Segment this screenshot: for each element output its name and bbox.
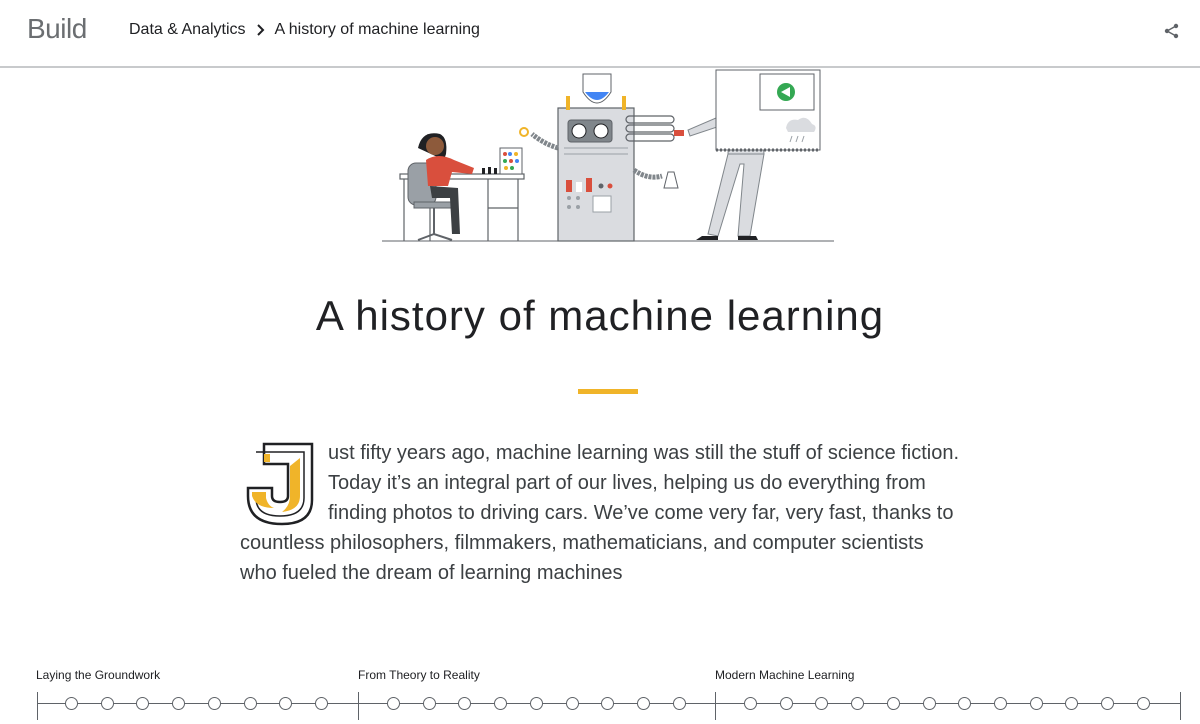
page-title: A history of machine learning xyxy=(315,292,885,339)
timeline-era-divider xyxy=(715,692,716,720)
timeline-era-divider xyxy=(1180,692,1181,720)
intro-text: ust fifty years ago, machine learning wa… xyxy=(240,442,960,584)
timeline-event-dot[interactable] xyxy=(886,697,900,710)
intro-paragraph: J ust fifty years ago, machine learning … xyxy=(240,438,960,588)
breadcrumb: Data & Analytics A history of machine le… xyxy=(129,21,480,39)
timeline-event-dot[interactable] xyxy=(565,697,579,710)
timeline-event-dot[interactable] xyxy=(136,697,150,710)
era-label-modern-ml[interactable]: Modern Machine Learning xyxy=(715,668,854,682)
timeline-event-dot[interactable] xyxy=(672,697,686,710)
timeline-event-dot[interactable] xyxy=(1136,697,1150,710)
svg-text:J: J xyxy=(242,440,243,441)
title-accent-bar xyxy=(578,389,638,394)
timeline-event-dot[interactable] xyxy=(65,697,78,710)
timeline-event-dot[interactable] xyxy=(601,697,615,710)
breadcrumb-data-analytics[interactable]: Data & Analytics xyxy=(129,21,246,39)
share-icon[interactable] xyxy=(1163,22,1181,40)
breadcrumb-current-page: A history of machine learning xyxy=(274,21,480,38)
top-bar: Build Data & Analytics A history of mach… xyxy=(0,0,1200,68)
timeline-event-dot[interactable] xyxy=(243,697,257,710)
timeline-event-dot[interactable] xyxy=(815,697,829,710)
hero-illustration xyxy=(382,69,834,242)
chevron-right-icon xyxy=(256,24,264,36)
timeline-event-dot[interactable] xyxy=(314,697,328,710)
era-label-groundwork[interactable]: Laying the Groundwork xyxy=(36,668,160,682)
timeline-event-dot[interactable] xyxy=(958,697,972,710)
timeline-event-dot[interactable] xyxy=(458,697,472,710)
timeline-event-dot[interactable] xyxy=(993,697,1007,710)
build-logo[interactable]: Build xyxy=(27,13,87,45)
timeline-era-divider xyxy=(358,692,359,720)
machine xyxy=(519,73,684,242)
presentation-board xyxy=(715,69,821,152)
timeline-event-dot[interactable] xyxy=(744,697,757,710)
timeline-event-dot[interactable] xyxy=(422,697,436,710)
timeline-event-dot[interactable] xyxy=(207,697,221,710)
dropcap-j: J xyxy=(242,440,314,526)
timeline-event-dot[interactable] xyxy=(1101,697,1114,710)
history-timeline: Laying the Groundwork From Theory to Rea… xyxy=(0,660,1200,724)
timeline-event-dot[interactable] xyxy=(387,697,400,710)
timeline-event-dot[interactable] xyxy=(922,697,936,710)
timeline-event-dot[interactable] xyxy=(1065,697,1079,710)
timeline-era-divider xyxy=(37,692,38,720)
timeline-event-dot[interactable] xyxy=(100,697,114,710)
abacus xyxy=(499,147,523,175)
timeline-event-dot[interactable] xyxy=(1029,697,1043,710)
timeline-event-dot[interactable] xyxy=(851,697,865,710)
timeline-event-dot[interactable] xyxy=(279,697,293,710)
era-label-theory-to-reality[interactable]: From Theory to Reality xyxy=(358,668,480,682)
timeline-event-dot[interactable] xyxy=(494,697,508,710)
timeline-event-dot[interactable] xyxy=(529,697,543,710)
timeline-event-dot[interactable] xyxy=(779,697,793,710)
timeline-event-dot[interactable] xyxy=(636,697,650,710)
timeline-event-dot[interactable] xyxy=(172,697,186,710)
